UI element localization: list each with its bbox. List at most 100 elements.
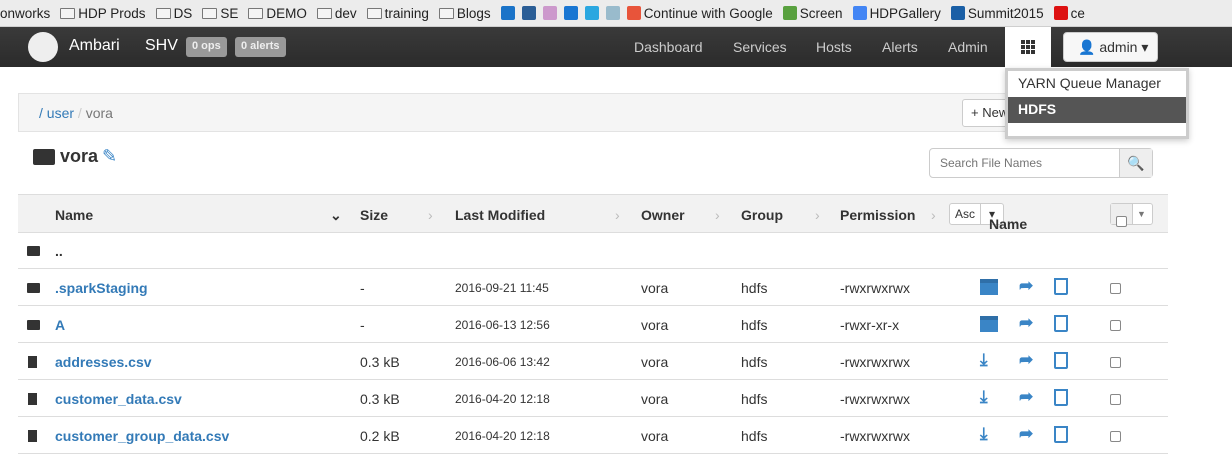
header-group[interactable]: Group xyxy=(741,207,783,223)
menu-item-hdfs[interactable]: HDFS xyxy=(1008,97,1186,123)
header-permission[interactable]: Permission xyxy=(840,207,915,223)
group: hdfs xyxy=(741,354,768,370)
trash-icon[interactable] xyxy=(1054,278,1068,295)
bookmarks-bar: onworks HDP Prods DS SE DEMO dev training Blogs… xyxy=(0,0,1232,27)
file-name[interactable]: .. xyxy=(55,243,63,259)
table-row[interactable]: .. xyxy=(18,232,1168,269)
top-navbar: Ambari SHV 0 ops 0 alerts Dashboard Serv… xyxy=(0,27,1232,67)
nav-dashboard[interactable]: Dashboard xyxy=(634,39,703,55)
search-input[interactable] xyxy=(930,149,1119,177)
trash-icon[interactable] xyxy=(1054,315,1068,332)
row-checkbox[interactable] xyxy=(1110,431,1121,442)
file-name[interactable]: .sparkStaging xyxy=(55,280,148,296)
move-icon[interactable]: ➦ xyxy=(1019,350,1033,370)
bookmark-item[interactable]: training xyxy=(366,6,429,21)
header-last-modified[interactable]: Last Modified xyxy=(455,207,545,223)
sort-chevron-icon[interactable]: ⌄ xyxy=(330,207,342,224)
archive-icon[interactable] xyxy=(980,316,998,332)
folder-icon xyxy=(202,7,218,19)
download-icon[interactable]: ⤓ xyxy=(980,350,988,370)
ops-badge[interactable]: 0 ops xyxy=(186,37,227,57)
move-icon[interactable]: ➦ xyxy=(1019,313,1033,333)
bookmark-favicon-icon xyxy=(626,6,641,20)
menu-item-yarn-queue-manager[interactable]: YARN Queue Manager xyxy=(1008,71,1186,97)
table-row[interactable]: .sparkStaging - 2016-09-21 11:45 vora hdfs -r… xyxy=(18,269,1168,306)
select-all-checkbox[interactable] xyxy=(1116,216,1127,227)
bookmark-favicon-icon[interactable] xyxy=(605,6,620,20)
bookmark-item[interactable]: HDPGallery xyxy=(852,6,941,21)
brand-name[interactable]: Ambari xyxy=(69,37,120,55)
chevron-right-icon: › xyxy=(428,207,433,223)
folder-icon xyxy=(248,7,264,19)
nav-alerts[interactable]: Alerts xyxy=(882,39,918,55)
bookmark-item[interactable]: onworks xyxy=(0,6,50,21)
ambari-logo-icon[interactable] xyxy=(28,32,58,62)
alerts-badge[interactable]: 0 alerts xyxy=(235,37,286,57)
move-icon[interactable]: ➦ xyxy=(1019,424,1033,444)
chevron-right-icon: › xyxy=(615,207,620,223)
bookmark-item[interactable]: DEMO xyxy=(248,6,307,21)
header-name[interactable]: Name xyxy=(55,207,93,223)
file-size: - xyxy=(360,317,365,333)
breadcrumb-user[interactable]: user xyxy=(47,105,74,121)
row-checkbox[interactable] xyxy=(1110,357,1121,368)
download-icon[interactable]: ⤓ xyxy=(980,387,988,407)
folder-icon xyxy=(27,283,40,293)
bookmark-favicon-icon[interactable] xyxy=(563,6,578,20)
bookmark-item[interactable]: ce xyxy=(1053,6,1085,21)
archive-icon[interactable] xyxy=(980,279,998,295)
user-name: admin xyxy=(1099,39,1138,55)
bookmark-favicon-icon[interactable] xyxy=(584,6,599,20)
move-icon[interactable]: ➦ xyxy=(1019,387,1033,407)
last-modified: 2016-04-20 12:18 xyxy=(455,392,550,406)
file-name[interactable]: customer_data.csv xyxy=(55,391,182,407)
file-name[interactable]: customer_group_data.csv xyxy=(55,428,229,444)
folder-icon xyxy=(155,7,171,19)
bookmark-item[interactable]: DS xyxy=(155,6,192,21)
nav-admin[interactable]: Admin xyxy=(948,39,988,55)
bookmark-favicon-icon[interactable] xyxy=(500,6,515,20)
bookmark-item[interactable]: HDP Prods xyxy=(60,6,146,21)
file-name[interactable]: A xyxy=(55,317,65,333)
table-row[interactable]: customer_data.csv 0.3 kB 2016-04-20 12:18 v… xyxy=(18,380,1168,417)
bookmark-favicon-icon[interactable] xyxy=(542,6,557,20)
bookmark-item[interactable]: dev xyxy=(316,6,357,21)
file-icon xyxy=(28,430,37,442)
download-icon[interactable]: ⤓ xyxy=(980,424,988,444)
views-grid-icon[interactable] xyxy=(1005,27,1051,67)
table-row[interactable]: addresses.csv 0.3 kB 2016-06-06 13:42 vora h… xyxy=(18,343,1168,380)
search-button[interactable]: 🔍 xyxy=(1119,149,1152,177)
sort-order-button[interactable]: Asc xyxy=(950,204,982,224)
move-icon[interactable]: ➦ xyxy=(1019,276,1033,296)
edit-icon[interactable]: ✎ xyxy=(102,146,117,167)
bookmark-item[interactable]: Blogs xyxy=(438,6,491,21)
owner: vora xyxy=(641,354,669,370)
row-checkbox[interactable] xyxy=(1110,283,1121,294)
row-checkbox[interactable] xyxy=(1110,320,1121,331)
user-menu-button[interactable]: 👤 admin ▾ xyxy=(1063,32,1158,62)
row-checkbox[interactable] xyxy=(1110,394,1121,405)
header-owner[interactable]: Owner xyxy=(641,207,685,223)
views-dropdown: YARN Queue Manager HDFS xyxy=(1005,68,1189,139)
bookmark-item[interactable]: SE xyxy=(202,6,238,21)
table-row[interactable]: customer_group_data.csv 0.2 kB 2016-04-20 … xyxy=(18,417,1168,454)
nav-hosts[interactable]: Hosts xyxy=(816,39,852,55)
bookmark-item[interactable]: Summit2015 xyxy=(950,6,1044,21)
select-all-dropdown[interactable]: ▼ xyxy=(1110,203,1153,227)
file-size: - xyxy=(360,280,365,296)
cluster-name[interactable]: SHV xyxy=(145,37,178,55)
trash-icon[interactable] xyxy=(1054,389,1068,406)
nav-services[interactable]: Services xyxy=(733,39,787,55)
last-modified: 2016-04-20 12:18 xyxy=(455,429,550,443)
breadcrumb-root[interactable]: / xyxy=(39,105,43,121)
header-size[interactable]: Size xyxy=(360,207,388,223)
bookmark-item[interactable]: Continue with Google xyxy=(626,6,773,21)
permission: -rwxrwxrwx xyxy=(840,280,910,296)
trash-icon[interactable] xyxy=(1054,352,1068,369)
sort-field-dropdown[interactable]: Name ▾ xyxy=(981,204,1027,232)
bookmark-favicon-icon[interactable] xyxy=(521,6,536,20)
file-name[interactable]: addresses.csv xyxy=(55,354,152,370)
table-row[interactable]: A - 2016-06-13 12:56 vora hdfs -rwxr-xr-x ➦ xyxy=(18,306,1168,343)
bookmark-item[interactable]: Screen xyxy=(782,6,843,21)
trash-icon[interactable] xyxy=(1054,426,1068,443)
